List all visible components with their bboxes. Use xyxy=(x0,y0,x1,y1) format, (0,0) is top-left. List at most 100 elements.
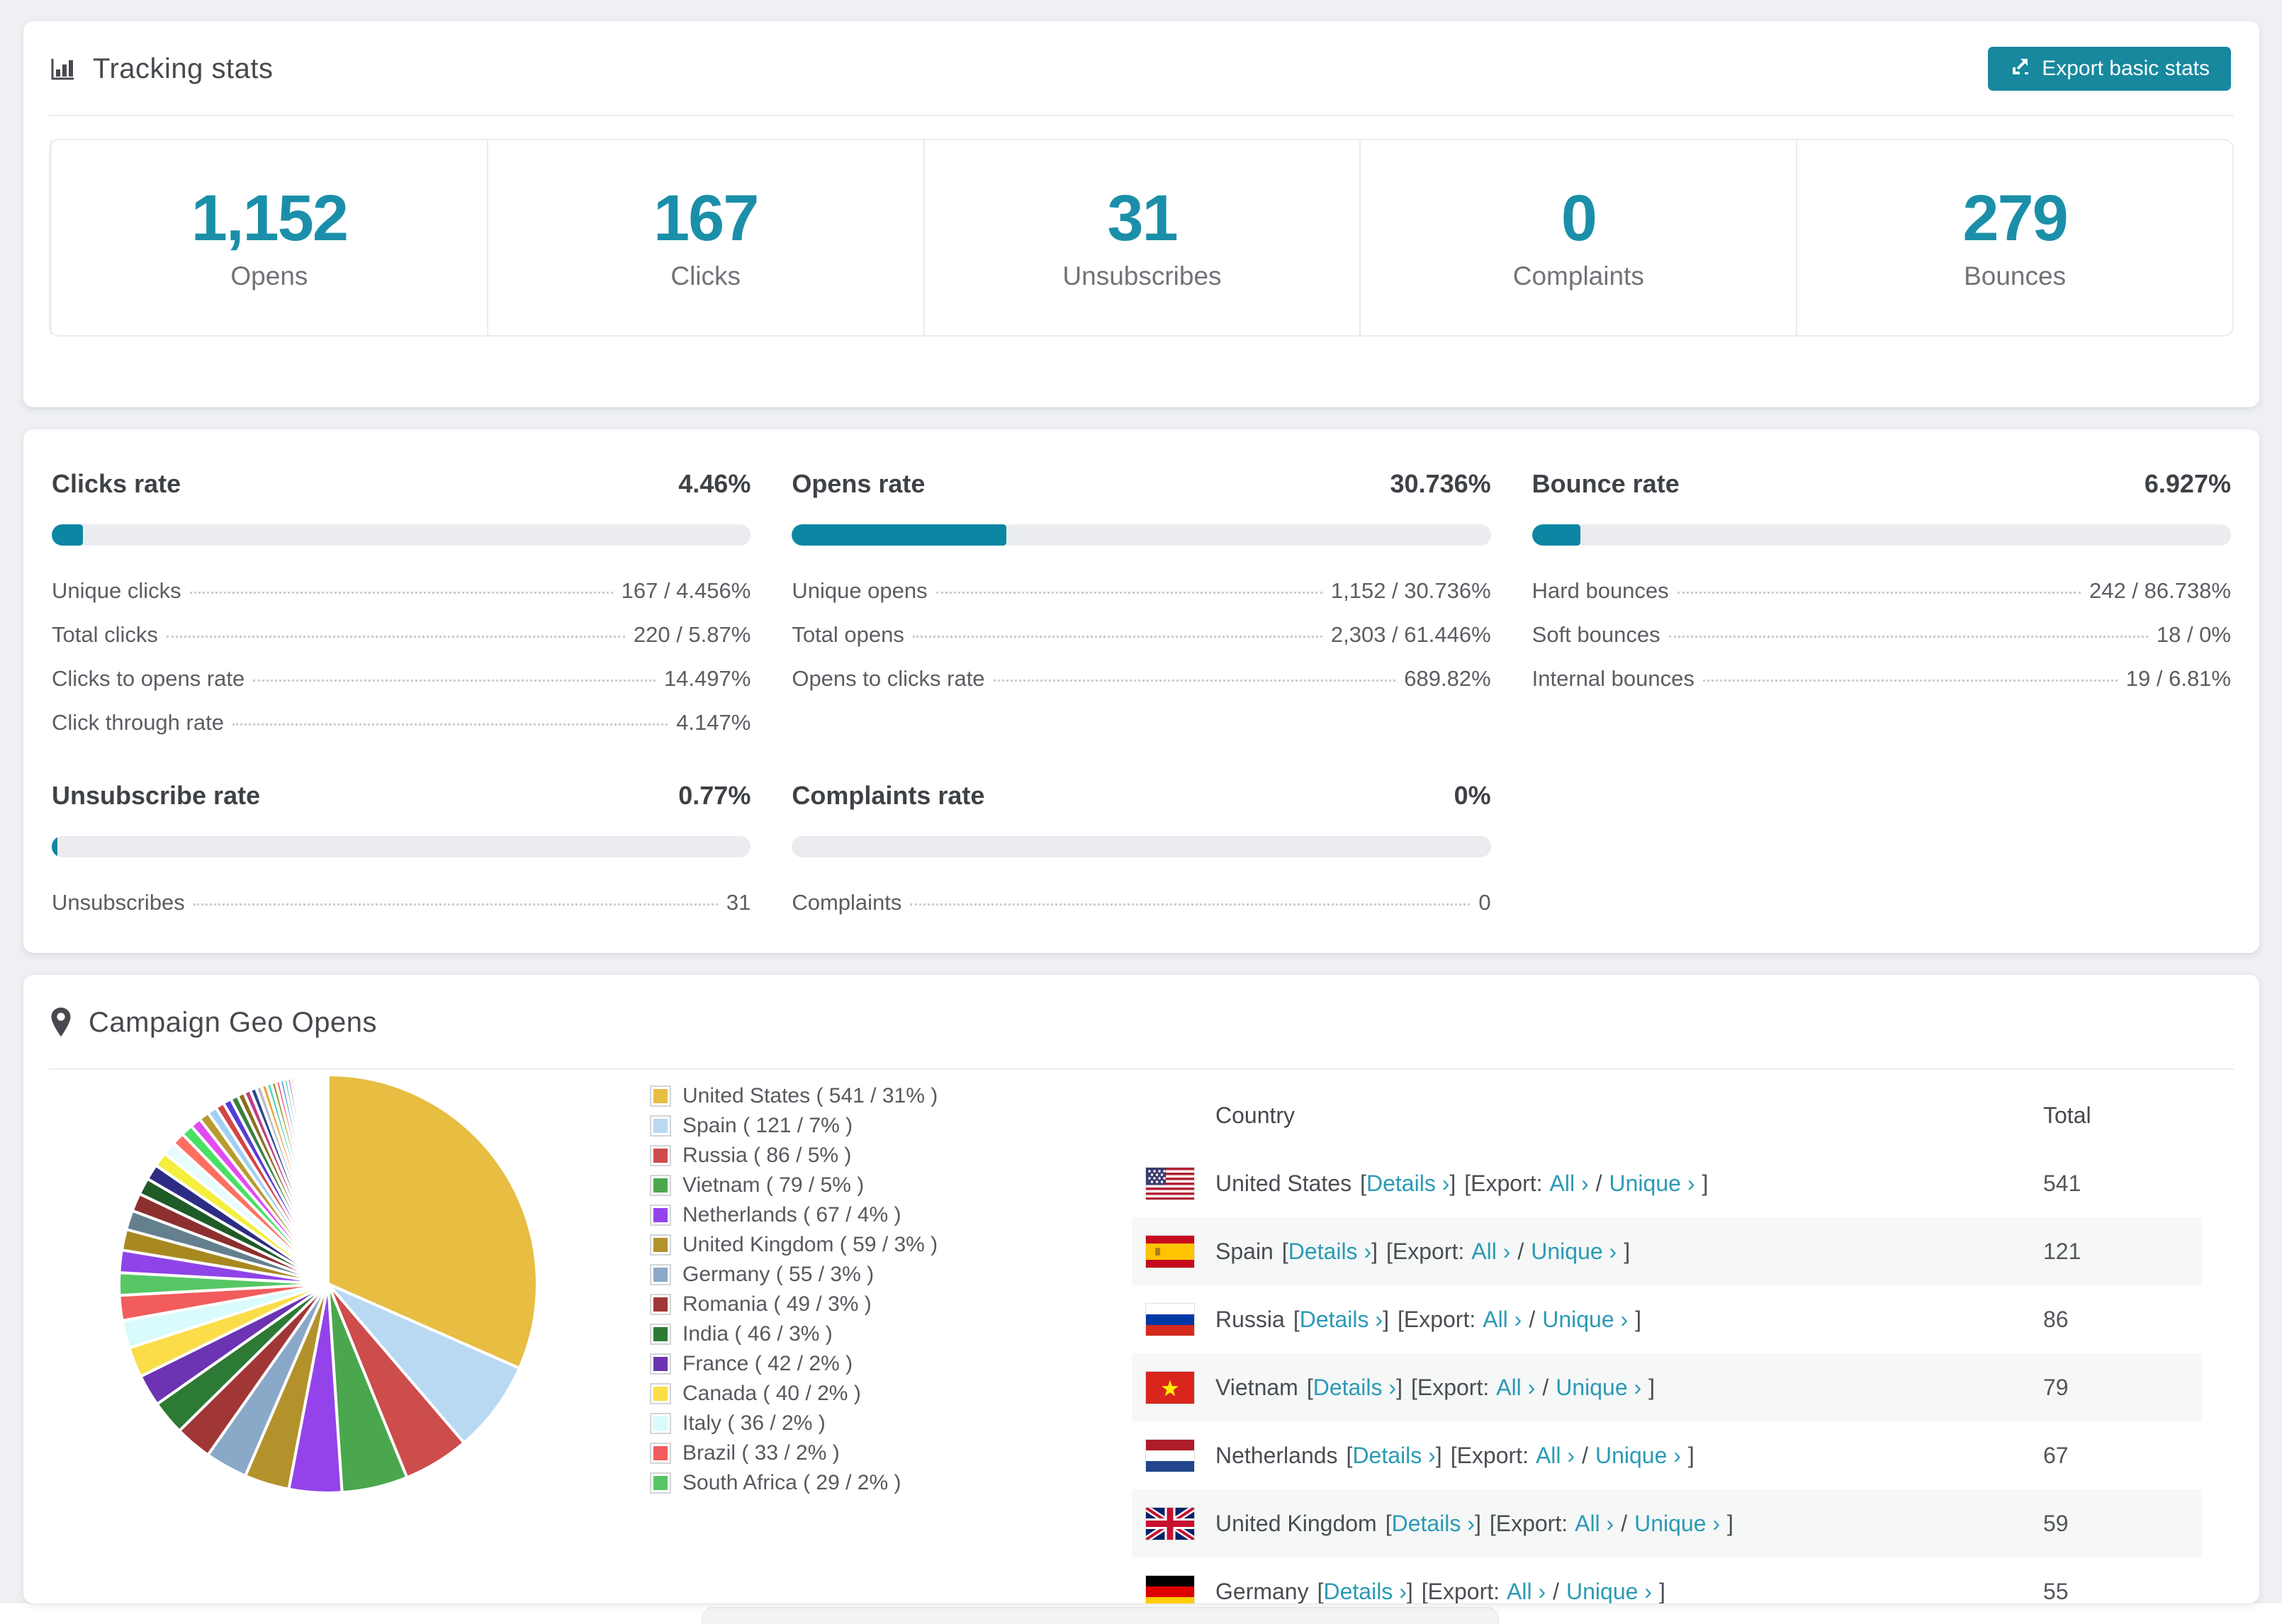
country-flag-icon xyxy=(1145,1302,1195,1336)
dotted-leader xyxy=(166,636,625,638)
summary-label: Unsubscribes xyxy=(1062,261,1222,291)
legend-item: Germany ( 55 / 3% ) xyxy=(650,1260,938,1290)
dotted-leader xyxy=(253,680,656,682)
clicks-rate-block: Clicks rate 4.46% Unique clicks 167 / 4.… xyxy=(52,469,751,735)
export-unique-link[interactable]: Unique › xyxy=(1531,1239,1617,1265)
export-unique-link[interactable]: Unique › xyxy=(1595,1443,1681,1469)
stat-value: 242 / 86.738% xyxy=(2089,578,2231,603)
slash: / xyxy=(1595,1170,1602,1196)
export-button-label: Export basic stats xyxy=(2042,57,2210,80)
summary-label: Complaints xyxy=(1512,261,1644,291)
rates-card: Clicks rate 4.46% Unique clicks 167 / 4.… xyxy=(23,429,2259,953)
legend-label: Canada ( 40 / 2% ) xyxy=(682,1382,861,1405)
export-all-link[interactable]: All › xyxy=(1536,1443,1575,1469)
table-row: United Kingdom [Details ›] [Export: All ›… xyxy=(1132,1489,2202,1557)
export-unique-link[interactable]: Unique › xyxy=(1566,1579,1652,1604)
page-title: Tracking stats xyxy=(93,52,274,84)
country-cell: Vietnam [Details ›] [Export: All › / Unique… xyxy=(1215,1375,2043,1401)
slash: / xyxy=(1542,1374,1549,1400)
export-prefix: [Export: xyxy=(1386,1238,1465,1264)
pie-legend: United States ( 541 / 31% ) Spain ( 121 … xyxy=(650,1081,938,1498)
export-unique-link[interactable]: Unique › xyxy=(1634,1511,1720,1537)
bracket: ] xyxy=(1435,1442,1442,1468)
stat-row: Hard bounces 242 / 86.738% xyxy=(1532,578,2231,604)
bottom-panel-edge xyxy=(702,1607,1499,1624)
table-row: Russia [Details ›] [Export: All › / Unique … xyxy=(1132,1285,2202,1353)
bracket: ] xyxy=(1658,1578,1665,1604)
stat-row: Opens to clicks rate 689.82% xyxy=(792,666,1490,692)
legend-swatch xyxy=(650,1443,671,1464)
tracking-stats-card: Tracking stats Export basic stats 1,152 … xyxy=(23,21,2259,407)
stat-label: Unique opens xyxy=(792,578,928,603)
export-all-link[interactable]: All › xyxy=(1471,1239,1510,1265)
table-row: Germany [Details ›] [Export: All › / Unique… xyxy=(1132,1557,2202,1603)
export-prefix: [Export: xyxy=(1450,1442,1529,1468)
rate-title: Opens rate xyxy=(792,469,926,498)
legend-item: United States ( 541 / 31% ) xyxy=(650,1081,938,1111)
complaints-rate-block: Complaints rate 0% Complaints 0 xyxy=(792,781,1491,915)
table-row: United States [Details ›] [Export: All › /… xyxy=(1132,1149,2202,1217)
details-link[interactable]: Details › xyxy=(1352,1443,1435,1469)
bracket: ] xyxy=(1727,1510,1733,1536)
rate-title: Unsubscribe rate xyxy=(52,781,261,810)
legend-swatch xyxy=(650,1175,671,1196)
details-link[interactable]: Details › xyxy=(1366,1171,1449,1197)
export-all-link[interactable]: All › xyxy=(1507,1579,1546,1604)
country-flag-icon xyxy=(1145,1370,1195,1404)
legend-label: Spain ( 121 / 7% ) xyxy=(682,1114,853,1137)
legend-swatch xyxy=(650,1353,671,1375)
stat-label: Soft bounces xyxy=(1531,622,1660,647)
summary-cell: 1,152 Opens xyxy=(50,140,487,335)
export-unique-link[interactable]: Unique › xyxy=(1556,1375,1641,1401)
export-all-link[interactable]: All › xyxy=(1575,1511,1614,1537)
details-link[interactable]: Details › xyxy=(1323,1579,1406,1604)
export-all-link[interactable]: All › xyxy=(1550,1171,1589,1197)
rate-value: 0% xyxy=(1454,781,1491,810)
legend-item: United Kingdom ( 59 / 3% ) xyxy=(650,1230,938,1260)
bracket: ] xyxy=(1687,1442,1694,1468)
details-link[interactable]: Details › xyxy=(1313,1375,1396,1401)
progress-fill xyxy=(792,524,1007,546)
stat-row: Internal bounces 19 / 6.81% xyxy=(1532,666,2231,692)
summary-value: 31 xyxy=(1107,182,1178,254)
legend-label: Vietnam ( 79 / 5% ) xyxy=(682,1173,865,1197)
legend-item: Netherlands ( 67 / 4% ) xyxy=(650,1200,938,1230)
campaign-geo-opens-card: Campaign Geo Opens United States ( 541 /… xyxy=(23,975,2259,1603)
details-link[interactable]: Details › xyxy=(1392,1511,1475,1537)
legend-label: India ( 46 / 3% ) xyxy=(682,1322,833,1346)
opens-rate-progress-bar xyxy=(792,524,1491,546)
stat-label: Unique clicks xyxy=(52,578,181,603)
country-name: Germany xyxy=(1215,1578,1309,1604)
bracket: ] xyxy=(1702,1170,1709,1196)
export-prefix: [Export: xyxy=(1410,1374,1490,1400)
geo-table-header: Country Total xyxy=(1132,1082,2202,1149)
details-link[interactable]: Details › xyxy=(1288,1239,1371,1265)
summary-label: Clicks xyxy=(670,261,741,291)
stat-label: Total opens xyxy=(792,622,904,647)
country-cell: Spain [Details ›] [Export: All › / Unique ›… xyxy=(1215,1239,2043,1265)
export-all-link[interactable]: All › xyxy=(1496,1375,1535,1401)
opens-rate-block: Opens rate 30.736% Unique opens 1,152 / … xyxy=(792,469,1491,735)
legend-item: Brazil ( 33 / 2% ) xyxy=(650,1438,938,1468)
stat-value: 1,152 / 30.736% xyxy=(1330,578,1491,603)
summary-cell: 0 Complaints xyxy=(1359,140,1796,335)
export-unique-link[interactable]: Unique › xyxy=(1542,1307,1628,1333)
geo-title: Campaign Geo Opens xyxy=(89,1006,378,1038)
stat-label: Click through rate xyxy=(52,710,224,735)
summary-label: Bounces xyxy=(1964,261,2067,291)
country-cell: United Kingdom [Details ›] [Export: All ›… xyxy=(1215,1511,2043,1537)
stat-value: 19 / 6.81% xyxy=(2125,666,2231,691)
legend-swatch xyxy=(650,1324,671,1345)
export-icon xyxy=(2009,55,2032,83)
stat-value: 220 / 5.87% xyxy=(633,622,751,647)
pie-slice[interactable] xyxy=(326,1073,330,1285)
country-cell: Germany [Details ›] [Export: All › / Unique… xyxy=(1215,1579,2043,1604)
stat-value: 167 / 4.456% xyxy=(621,578,751,603)
legend-item: Vietnam ( 79 / 5% ) xyxy=(650,1171,938,1200)
summary-cell: 167 Clicks xyxy=(486,140,923,335)
export-unique-link[interactable]: Unique › xyxy=(1609,1171,1695,1197)
export-all-link[interactable]: All › xyxy=(1483,1307,1522,1333)
export-basic-stats-button[interactable]: Export basic stats xyxy=(1988,47,2231,91)
details-link[interactable]: Details › xyxy=(1300,1307,1383,1333)
bracket: ] xyxy=(1648,1374,1656,1400)
